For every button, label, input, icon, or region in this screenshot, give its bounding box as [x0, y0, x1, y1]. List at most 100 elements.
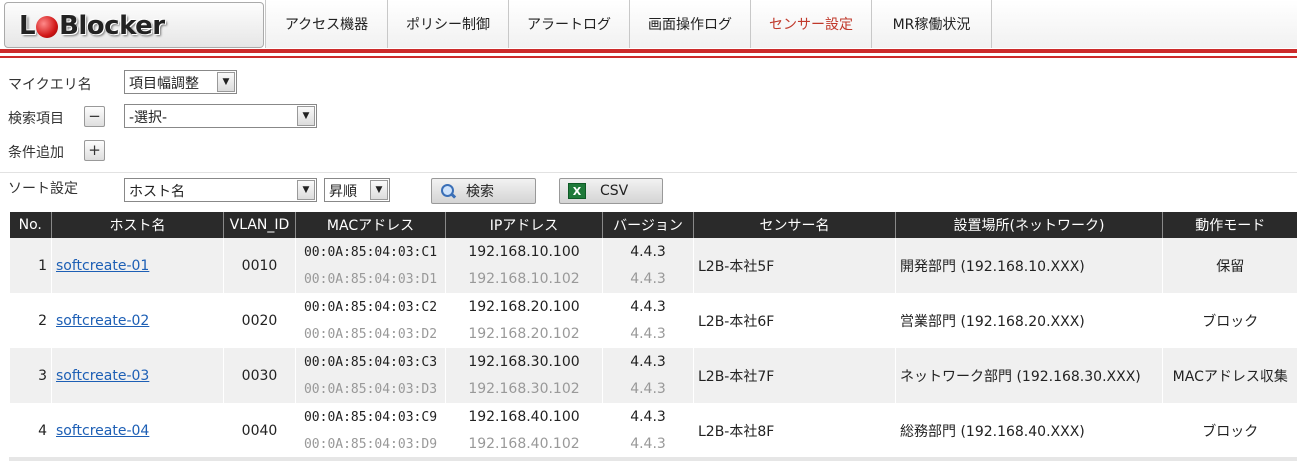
col-header-no[interactable]: No.	[9, 212, 52, 238]
ip-primary: 192.168.10.100	[468, 243, 580, 260]
sensor-name: L2B-本社6F	[693, 293, 896, 348]
table-row[interactable]: 4 softcreate-04 0040 00:0A:85:04:03:C9 00…	[9, 403, 1297, 458]
mac-primary: 00:0A:85:04:03:C3	[303, 354, 438, 370]
version-secondary: 4.4.3	[630, 270, 666, 287]
vlan-id: 0030	[223, 348, 296, 403]
excel-icon: X	[568, 183, 586, 199]
col-header-vlan-id[interactable]: VLAN_ID	[223, 212, 296, 238]
sensor-name: L2B-本社5F	[693, 238, 896, 293]
col-header-sensor-name[interactable]: センサー名	[693, 212, 896, 238]
table-row[interactable]: 1 softcreate-01 0010 00:0A:85:04:03:C1 00…	[9, 238, 1297, 293]
logo-text-l: L	[19, 11, 36, 41]
chevron-down-icon: ▼	[297, 180, 315, 200]
mac-secondary: 00:0A:85:04:03:D2	[303, 326, 438, 342]
mac-secondary: 00:0A:85:04:03:D9	[303, 436, 438, 452]
magnifier-icon	[440, 183, 456, 199]
search-button[interactable]: 検索	[431, 178, 536, 204]
header-accent-line-thin	[0, 56, 1297, 58]
remove-condition-button[interactable]: −	[84, 106, 105, 127]
sort-order-select[interactable]: 昇順 ▼	[324, 178, 390, 202]
location: 総務部門 (192.168.40.XXX)	[895, 403, 1163, 458]
location: ネットワーク部門 (192.168.30.XXX)	[895, 348, 1163, 403]
mode: MACアドレス収集	[1162, 348, 1297, 403]
sort-row: ソート設定 ホスト名 ▼ 昇順 ▼ 検索 X CSV	[0, 176, 1297, 208]
myquery-select[interactable]: 項目幅調整 ▼	[124, 70, 237, 94]
ip-primary: 192.168.20.100	[468, 298, 580, 315]
col-header-hostname[interactable]: ホスト名	[51, 212, 224, 238]
nav-sensor-settings[interactable]: センサー設定	[750, 0, 871, 48]
ip-cell: 192.168.40.100 192.168.40.102	[446, 403, 602, 458]
vlan-id: 0040	[223, 403, 296, 458]
mac-cell: 00:0A:85:04:03:C1 00:0A:85:04:03:D1	[296, 238, 445, 293]
search-item-select[interactable]: -選択- ▼	[124, 104, 317, 128]
chevron-down-icon: ▼	[297, 106, 315, 126]
nav-access-devices[interactable]: アクセス機器	[265, 0, 387, 48]
csv-button[interactable]: X CSV	[559, 178, 663, 204]
add-condition-button[interactable]: +	[84, 140, 105, 161]
header-accent-line	[0, 49, 1297, 53]
vlan-id: 0020	[223, 293, 296, 348]
row-no: 1	[9, 238, 52, 293]
sort-field-select-value: ホスト名	[129, 184, 185, 200]
mac-primary: 00:0A:85:04:03:C2	[303, 299, 438, 315]
version-cell: 4.4.3 4.4.3	[603, 348, 693, 403]
col-header-mac-address[interactable]: MACアドレス	[295, 212, 446, 238]
nav-policy-control[interactable]: ポリシー制御	[387, 0, 508, 48]
version-cell: 4.4.3 4.4.3	[603, 293, 693, 348]
table-row[interactable]: 3 softcreate-03 0030 00:0A:85:04:03:C3 00…	[9, 348, 1297, 403]
col-header-ip-address[interactable]: IPアドレス	[445, 212, 603, 238]
mac-cell: 00:0A:85:04:03:C2 00:0A:85:04:03:D2	[296, 293, 445, 348]
version-cell: 4.4.3 4.4.3	[603, 238, 693, 293]
logo: L Blocker	[19, 9, 165, 43]
version-cell: 4.4.3 4.4.3	[603, 403, 693, 458]
search-item-label: 検索項目	[8, 111, 64, 127]
ip-secondary: 192.168.20.102	[468, 325, 580, 342]
sensor-name: L2B-本社8F	[693, 403, 896, 458]
ip-secondary: 192.168.40.102	[468, 435, 580, 452]
ip-secondary: 192.168.10.102	[468, 270, 580, 287]
chevron-down-icon: ▼	[370, 180, 388, 200]
row-no: 4	[9, 403, 52, 458]
sort-order-select-value: 昇順	[329, 184, 357, 200]
sort-field-select[interactable]: ホスト名 ▼	[124, 178, 317, 202]
chevron-down-icon: ▼	[217, 72, 235, 92]
search-button-label: 検索	[466, 184, 494, 200]
col-header-version[interactable]: バージョン	[602, 212, 694, 238]
search-item-select-value: -選択-	[129, 110, 168, 126]
col-header-location[interactable]: 設置場所(ネットワーク)	[895, 212, 1163, 238]
host-link[interactable]: softcreate-04	[56, 423, 149, 439]
location: 開発部門 (192.168.10.XXX)	[895, 238, 1163, 293]
host-link[interactable]: softcreate-03	[56, 368, 149, 384]
myquery-select-value: 項目幅調整	[129, 76, 199, 92]
nav-mr-status[interactable]: MR稼働状況	[871, 0, 992, 48]
ip-secondary: 192.168.30.102	[468, 380, 580, 397]
version-secondary: 4.4.3	[630, 325, 666, 342]
sensor-name: L2B-本社7F	[693, 348, 896, 403]
ip-primary: 192.168.40.100	[468, 408, 580, 425]
nav-alert-log[interactable]: アラートログ	[508, 0, 629, 48]
host-link[interactable]: softcreate-01	[56, 258, 149, 274]
table-header-row: No. ホスト名 VLAN_ID MACアドレス IPアドレス バージョン セン…	[9, 212, 1297, 238]
host-link[interactable]: softcreate-02	[56, 313, 149, 329]
mac-primary: 00:0A:85:04:03:C1	[303, 244, 438, 260]
version-primary: 4.4.3	[630, 298, 666, 315]
table-row[interactable]: 2 softcreate-02 0020 00:0A:85:04:03:C2 00…	[9, 293, 1297, 348]
add-condition-row: 条件追加 +	[0, 138, 1297, 170]
ip-cell: 192.168.10.100 192.168.10.102	[446, 238, 602, 293]
col-header-mode[interactable]: 動作モード	[1162, 212, 1297, 238]
mac-secondary: 00:0A:85:04:03:D3	[303, 381, 438, 397]
myquery-row: マイクエリ名 項目幅調整 ▼	[0, 70, 1297, 102]
myquery-label: マイクエリ名	[8, 77, 92, 93]
mac-secondary: 00:0A:85:04:03:D1	[303, 271, 438, 287]
nav-screen-operation-log[interactable]: 画面操作ログ	[629, 0, 750, 48]
mac-cell: 00:0A:85:04:03:C3 00:0A:85:04:03:D3	[296, 348, 445, 403]
search-item-row: 検索項目 − -選択- ▼	[0, 104, 1297, 136]
csv-button-label: CSV	[600, 183, 629, 199]
logo-container[interactable]: L Blocker	[4, 2, 264, 48]
mode: ブロック	[1162, 293, 1297, 348]
logo-text-blocker: Blocker	[59, 11, 165, 41]
vlan-id: 0010	[223, 238, 296, 293]
mode: 保留	[1162, 238, 1297, 293]
mode: ブロック	[1162, 403, 1297, 458]
sort-label: ソート設定	[8, 181, 78, 197]
